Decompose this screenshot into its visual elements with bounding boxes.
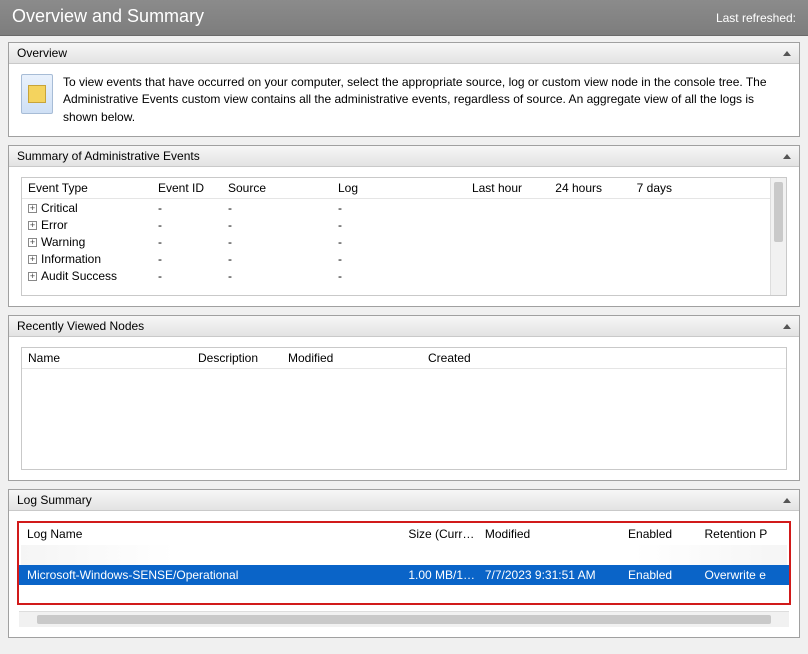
collapse-caret-icon[interactable] (783, 154, 791, 159)
sae-column-headers[interactable]: Event Type Event ID Source Log Last hour… (22, 178, 786, 199)
rvn-rows-empty (22, 369, 786, 469)
ls-size: 1.00 MB/1… (408, 568, 485, 582)
sae-row[interactable]: + Warning - - - (22, 233, 786, 250)
sae-type: Error (41, 218, 68, 232)
sae-source: - (228, 218, 338, 232)
expand-icon[interactable]: + (28, 255, 37, 264)
expand-icon[interactable]: + (28, 221, 37, 230)
col-modified[interactable]: Modified (485, 527, 628, 541)
overview-text: To view events that have occurred on you… (63, 74, 787, 126)
sae-source: - (228, 201, 338, 215)
overview-icon (21, 74, 53, 114)
log-summary-label: Log Summary (17, 493, 92, 507)
horizontal-scrollbar[interactable] (19, 611, 789, 627)
sae-row[interactable]: + Information - - - (22, 250, 786, 267)
sae-source: - (228, 252, 338, 266)
col-description[interactable]: Description (198, 351, 288, 365)
ls-retention: Overwrite e (705, 568, 782, 582)
rvn-column-headers[interactable]: Name Description Modified Created (22, 348, 786, 369)
sae-type: Critical (41, 201, 78, 215)
sae-event-id: - (158, 235, 228, 249)
col-log[interactable]: Log (338, 181, 448, 195)
sae-log: - (338, 218, 448, 232)
overview-header-label: Overview (17, 46, 67, 60)
title-bar: Overview and Summary Last refreshed: (0, 0, 808, 36)
expand-icon[interactable]: + (28, 272, 37, 281)
col-modified[interactable]: Modified (288, 351, 428, 365)
col-enabled[interactable]: Enabled (628, 527, 705, 541)
ls-modified: 7/7/2023 9:31:51 AM (485, 568, 628, 582)
sae-type: Audit Success (41, 269, 117, 283)
sae-event-id: - (158, 269, 228, 283)
vertical-scrollbar[interactable] (770, 178, 786, 295)
col-retention[interactable]: Retention P (705, 527, 782, 541)
col-created[interactable]: Created (428, 351, 568, 365)
ls-log-name: Microsoft-Windows-SENSE/Operational (27, 568, 408, 582)
sae-log: - (338, 269, 448, 283)
sae-event-id: - (158, 218, 228, 232)
collapse-caret-icon[interactable] (783, 498, 791, 503)
sae-event-id: - (158, 201, 228, 215)
log-summary-table: Log Name Size (Curr… Modified Enabled Re… (17, 521, 791, 605)
collapse-caret-icon[interactable] (783, 51, 791, 56)
col-log-name[interactable]: Log Name (27, 527, 408, 541)
summary-admin-events-label: Summary of Administrative Events (17, 149, 200, 163)
collapse-caret-icon[interactable] (783, 324, 791, 329)
overview-panel-header[interactable]: Overview (9, 43, 799, 64)
col-size[interactable]: Size (Curr… (408, 527, 485, 541)
summary-admin-events-table: Event Type Event ID Source Log Last hour… (21, 177, 787, 296)
col-7-days[interactable]: 7 days (608, 181, 678, 195)
sae-type: Information (41, 252, 101, 266)
log-summary-panel: Log Summary Log Name Size (Curr… Modifie… (8, 489, 800, 638)
last-refreshed-label: Last refreshed: (716, 11, 796, 25)
log-summary-header[interactable]: Log Summary (9, 490, 799, 511)
sae-log: - (338, 201, 448, 215)
sae-type: Warning (41, 235, 85, 249)
sae-row[interactable]: + Audit Success - - - (22, 267, 786, 284)
sae-log: - (338, 252, 448, 266)
expand-icon[interactable]: + (28, 204, 37, 213)
sae-log: - (338, 235, 448, 249)
summary-admin-events-header[interactable]: Summary of Administrative Events (9, 146, 799, 167)
sae-source: - (228, 235, 338, 249)
recently-viewed-label: Recently Viewed Nodes (17, 319, 144, 333)
overview-panel: Overview To view events that have occurr… (8, 42, 800, 137)
col-last-hour[interactable]: Last hour (448, 181, 528, 195)
col-event-type[interactable]: Event Type (28, 181, 158, 195)
col-24-hours[interactable]: 24 hours (528, 181, 608, 195)
ls-column-headers[interactable]: Log Name Size (Curr… Modified Enabled Re… (19, 523, 789, 545)
col-event-id[interactable]: Event ID (158, 181, 228, 195)
col-source[interactable]: Source (228, 181, 338, 195)
recently-viewed-header[interactable]: Recently Viewed Nodes (9, 316, 799, 337)
recently-viewed-panel: Recently Viewed Nodes Name Description M… (8, 315, 800, 481)
col-name[interactable]: Name (28, 351, 198, 365)
summary-admin-events-panel: Summary of Administrative Events Event T… (8, 145, 800, 307)
ls-enabled: Enabled (628, 568, 705, 582)
sae-row[interactable]: + Error - - - (22, 216, 786, 233)
sae-event-id: - (158, 252, 228, 266)
ls-row-blurred[interactable] (21, 545, 787, 565)
expand-icon[interactable]: + (28, 238, 37, 247)
sae-source: - (228, 269, 338, 283)
page-title: Overview and Summary (12, 6, 204, 27)
recently-viewed-table: Name Description Modified Created (21, 347, 787, 470)
sae-row[interactable]: + Critical - - - (22, 199, 786, 216)
ls-row-empty (19, 585, 789, 603)
ls-row-selected[interactable]: Microsoft-Windows-SENSE/Operational 1.00… (19, 565, 789, 585)
